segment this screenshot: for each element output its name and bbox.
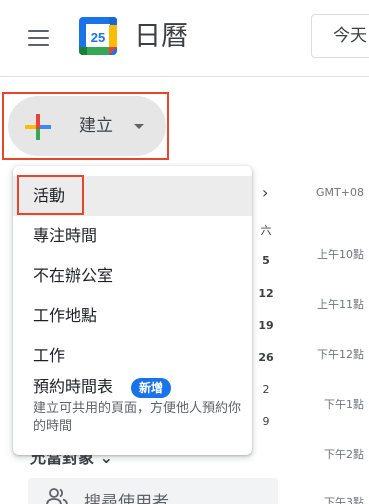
- chevron-right-icon[interactable]: ›: [262, 183, 268, 202]
- menu-item-out-of-office[interactable]: 不在辦公室: [13, 256, 252, 296]
- time-label: 下午2點: [324, 448, 364, 461]
- mini-cal-date[interactable]: 9: [256, 415, 276, 428]
- mini-cal-date[interactable]: 26: [256, 351, 276, 364]
- mini-cal-day-header: 六: [260, 224, 272, 237]
- menu-item-label: 工作地點: [33, 306, 98, 325]
- time-label: 下午3點: [324, 496, 364, 504]
- calendar-logo-icon: 25: [79, 17, 117, 55]
- menu-item-label: 專注時間: [33, 226, 98, 245]
- search-users-label: 搜尋使用者: [84, 493, 169, 504]
- time-label: 下午1點: [324, 398, 364, 411]
- time-label: 上午11點: [317, 298, 364, 311]
- people-icon: [46, 488, 68, 504]
- time-label: 上午10點: [317, 248, 364, 261]
- timezone-label: GMT+08: [316, 186, 364, 199]
- mini-cal-date[interactable]: 2: [256, 383, 276, 396]
- create-button-highlight: [2, 92, 169, 160]
- mini-cal-date[interactable]: 12: [256, 287, 276, 300]
- menu-item-label: 工作: [33, 346, 66, 365]
- calendar-logo[interactable]: 25: [78, 16, 118, 56]
- new-badge: 新增: [131, 378, 172, 398]
- menu-item-working-location[interactable]: 工作地點: [13, 296, 252, 336]
- mini-cal-date[interactable]: 19: [256, 319, 276, 332]
- menu-item-label: 不在辦公室: [33, 266, 114, 285]
- menu-item-task[interactable]: 工作: [13, 336, 252, 376]
- time-label: 下午12點: [317, 348, 364, 361]
- appointment-schedule-title: 預約時間表: [33, 377, 114, 396]
- search-users-field[interactable]: 搜尋使用者: [28, 478, 278, 504]
- menu-item-focus-time[interactable]: 專注時間: [13, 216, 252, 256]
- calendar-app: 25 日曆 今天 建立 › 六 5 12 19 26 2 9 GMT+08 上午…: [0, 0, 369, 504]
- event-item-highlight: [17, 175, 84, 215]
- logo-day: 25: [91, 30, 105, 45]
- app-title: 日曆: [134, 21, 188, 52]
- hamburger-menu-icon[interactable]: [20, 20, 56, 56]
- appointment-schedule-description: 建立可共用的頁面，方便他人預約你的時間: [33, 401, 242, 434]
- header-divider: [0, 76, 369, 77]
- today-button[interactable]: 今天: [311, 14, 369, 58]
- mini-cal-date[interactable]: 5: [256, 254, 276, 267]
